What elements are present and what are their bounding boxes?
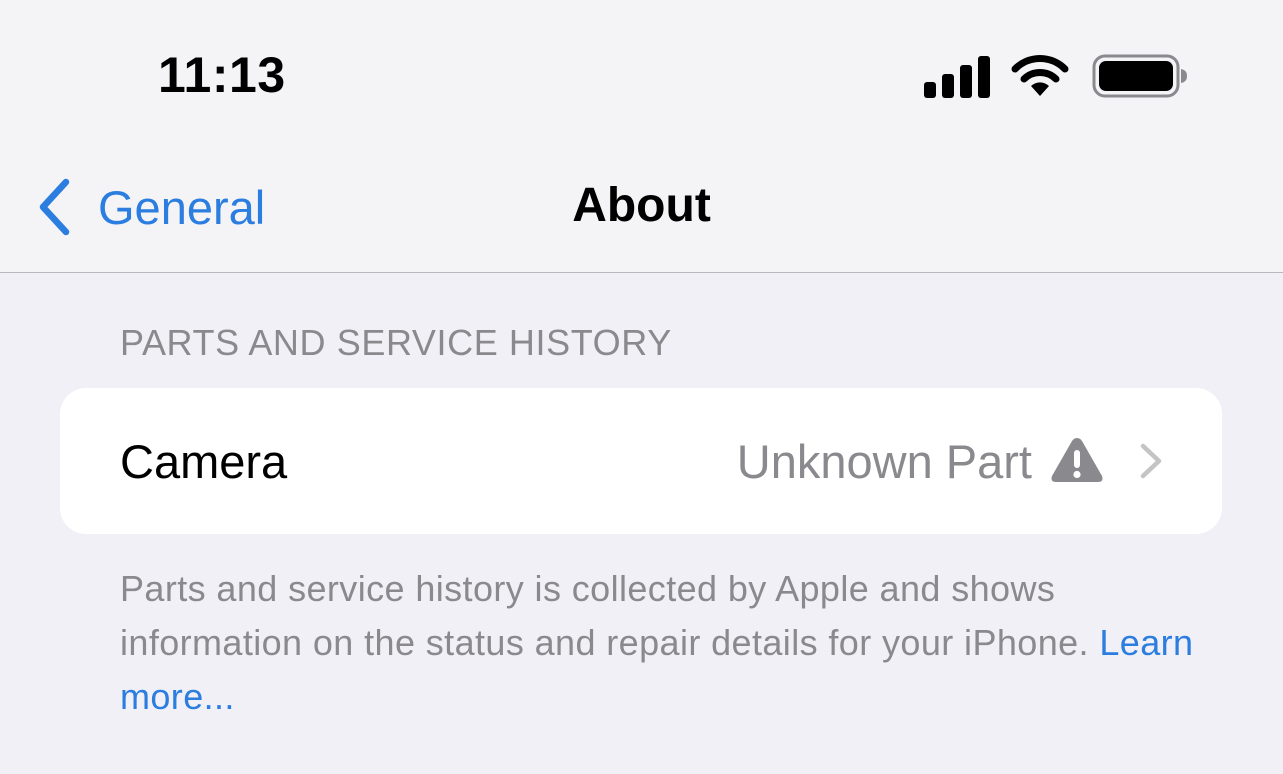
wifi-icon [1011,55,1069,96]
page-title: About [572,179,711,232]
section-header: PARTS AND SERVICE HISTORY [120,322,672,363]
status-time: 11:13 [158,47,286,103]
footer-text: Parts and service history is collected b… [120,568,1100,663]
row-value: Unknown Part [736,435,1032,488]
camera-row[interactable]: Camera Unknown Part [60,388,1222,534]
status-icons [920,50,1190,100]
battery-icon [1092,54,1187,98]
section-footer: Parts and service history is collected b… [120,562,1200,724]
top-bar: 11:13 General About [0,0,1283,273]
row-label: Camera [120,435,288,488]
chevron-right-icon [1140,443,1162,479]
cellular-signal-icon [924,56,990,98]
warning-triangle-icon [1051,438,1103,482]
